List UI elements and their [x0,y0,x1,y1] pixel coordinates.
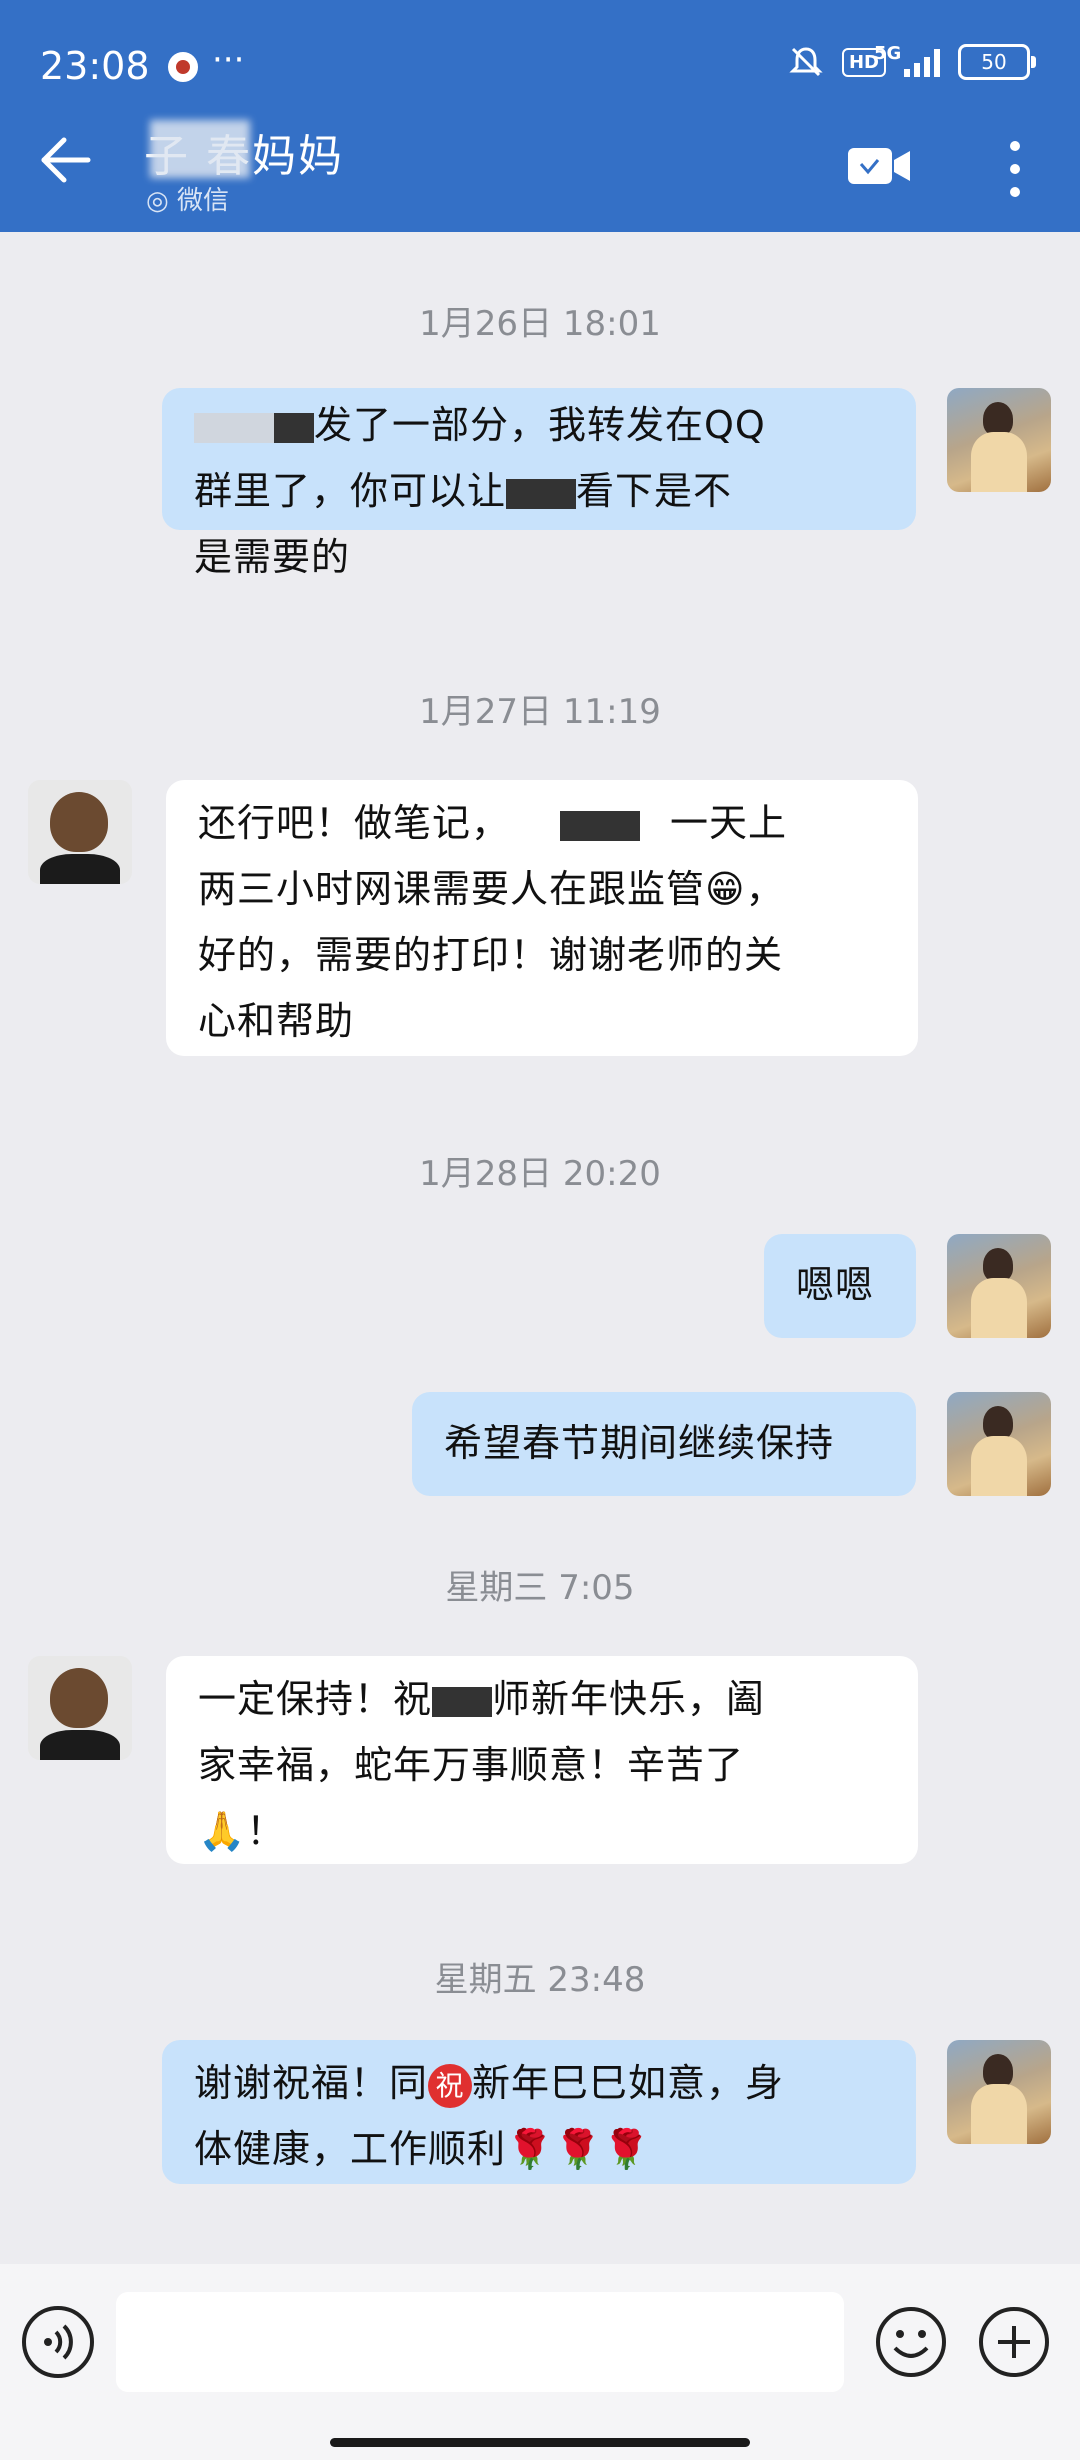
status-icons: HD 5G 50 [788,43,1036,80]
message-bubble[interactable]: 嗯嗯 [764,1234,916,1338]
message-input[interactable] [116,2292,844,2392]
timestamp: 1月26日 18:01 [419,304,661,344]
app-header: 23:08 ··· HD 5G 50 子 春妈妈 ◎ 微信 [0,0,1080,232]
my-avatar[interactable] [947,2040,1051,2144]
more-options-icon[interactable] [1000,134,1030,204]
back-arrow-icon[interactable] [36,130,96,190]
contact-avatar[interactable] [28,780,132,884]
home-indicator[interactable] [330,2438,750,2447]
battery-icon: 50 [958,44,1036,80]
message-bubble[interactable]: 发了一部分，我转发在QQ 群里了，你可以让 看下是不 是需要的 [162,388,916,579]
timestamp: 星期三 7:05 [445,1568,635,1608]
contact-avatar[interactable] [28,1656,132,1760]
my-avatar[interactable] [947,1392,1051,1496]
status-more-icon: ··· [212,40,245,80]
redacted-region [150,120,250,178]
message-bubble[interactable]: 一定保持！祝 师新年快乐，阖 家幸福，蛇年万事顺意！辛苦了 🙏！ [166,1656,918,1864]
signal-icon: 5G [874,43,940,77]
input-bar [0,2264,1080,2460]
status-notification-icon [168,52,198,82]
message-bubble[interactable]: 希望春节期间继续保持 [412,1392,916,1496]
my-avatar[interactable] [947,388,1051,492]
my-avatar[interactable] [947,1234,1051,1338]
message-bubble[interactable]: 还行吧！做笔记， 一天上 两三小时网课需要人在跟监管😁， 好的，需要的打印！谢谢老… [166,780,918,1056]
voice-input-icon[interactable] [22,2306,94,2378]
timestamp: 1月27日 11:19 [419,692,661,732]
mute-icon [789,47,823,77]
message-bubble[interactable]: 谢谢祝福！同祝新年巳巳如意，身 体健康，工作顺利🌹🌹🌹 [162,2040,916,2184]
timestamp: 1月28日 20:20 [419,1154,661,1194]
plus-icon[interactable] [976,2304,1052,2380]
timestamp: 星期五 23:48 [434,1960,646,2000]
video-call-icon[interactable] [846,146,912,186]
status-time: 23:08 [40,44,150,88]
emoji-icon[interactable] [873,2304,949,2380]
chat-subtitle: ◎ 微信 [146,186,229,216]
